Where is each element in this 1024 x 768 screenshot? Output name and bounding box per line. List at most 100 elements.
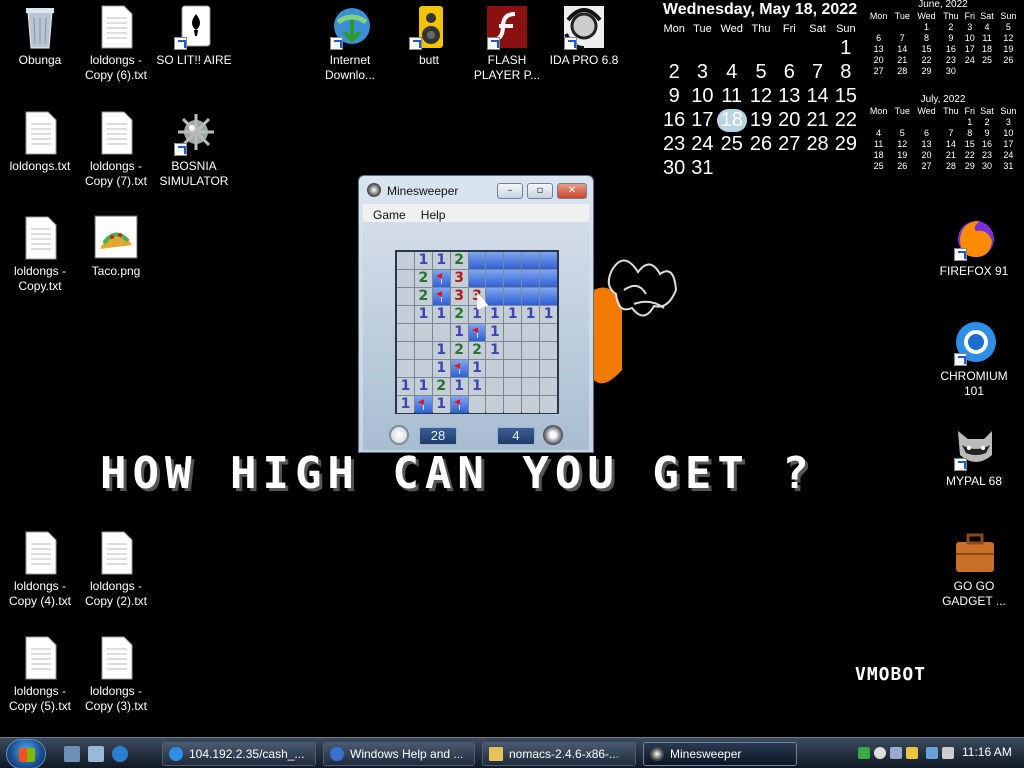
- calendar-day[interactable]: 10: [962, 32, 977, 43]
- desktop-icon-loldongs[interactable]: loldongs.txt: [0, 110, 80, 174]
- revealed-tile[interactable]: 2: [468, 342, 486, 359]
- revealed-tile[interactable]: [522, 378, 540, 395]
- revealed-tile[interactable]: 2: [450, 342, 468, 359]
- revealed-tile[interactable]: [397, 324, 414, 341]
- calendar-day[interactable]: 18: [866, 149, 891, 160]
- calendar-day[interactable]: 18: [977, 43, 997, 54]
- calendar-day[interactable]: 15: [832, 84, 860, 108]
- hidden-tile[interactable]: [522, 252, 540, 269]
- calendar-day[interactable]: 17: [688, 108, 716, 132]
- hidden-tile[interactable]: [468, 252, 486, 269]
- calendar-day[interactable]: 29: [962, 160, 977, 171]
- calendar-day[interactable]: 20: [775, 108, 803, 132]
- revealed-tile[interactable]: 2: [414, 288, 432, 305]
- calendar-day[interactable]: 4: [717, 60, 747, 84]
- calendar-day[interactable]: 15: [913, 43, 940, 54]
- taskbar-item-windows-help[interactable]: Windows Help and ...: [323, 742, 475, 766]
- desktop-icon-flash-player[interactable]: FLASH PLAYER P...: [467, 4, 547, 83]
- calendar-day[interactable]: 16: [940, 43, 962, 54]
- revealed-tile[interactable]: [540, 324, 557, 341]
- flagged-tile[interactable]: [468, 324, 486, 341]
- revealed-tile[interactable]: [486, 360, 504, 377]
- calendar-day[interactable]: 22: [832, 108, 860, 132]
- calendar-day[interactable]: 3: [688, 60, 716, 84]
- maximize-button[interactable]: ▫: [527, 183, 553, 199]
- calendar-day[interactable]: 28: [803, 132, 831, 156]
- calendar-day[interactable]: 7: [940, 127, 962, 138]
- hidden-tile[interactable]: [522, 270, 540, 287]
- desktop-icon-internet-download[interactable]: Internet Downlo...: [310, 4, 390, 83]
- calendar-day[interactable]: 31: [997, 160, 1020, 171]
- revealed-tile[interactable]: 2: [432, 378, 450, 395]
- calendar-day[interactable]: 8: [832, 60, 860, 84]
- desktop-icon-firefox[interactable]: FIREFOX 91: [934, 215, 1014, 279]
- revealed-tile[interactable]: [397, 252, 414, 269]
- desktop-icon-taco-png[interactable]: Taco.png: [76, 215, 156, 279]
- calendar-day[interactable]: 2: [940, 21, 962, 32]
- internet-explorer-icon[interactable]: [112, 746, 128, 762]
- hidden-tile[interactable]: [504, 270, 522, 287]
- revealed-tile[interactable]: [468, 396, 486, 413]
- calendar-day[interactable]: 19: [997, 43, 1020, 54]
- revealed-tile[interactable]: 3: [450, 270, 468, 287]
- taskbar-item-nomacs[interactable]: nomacs-2.4.6-x86-...: [482, 742, 636, 766]
- revealed-tile[interactable]: [486, 378, 504, 395]
- calendar-day[interactable]: 14: [803, 84, 831, 108]
- minefield-grid[interactable]: 1122323311211111111221111121111: [395, 250, 559, 414]
- revealed-tile[interactable]: 1: [504, 306, 522, 323]
- desktop-icon-chromium[interactable]: CHROMIUM 101: [934, 320, 1014, 399]
- revealed-tile[interactable]: 1: [540, 306, 557, 323]
- connection-icon[interactable]: [926, 747, 938, 759]
- calendar-day[interactable]: 23: [660, 132, 688, 156]
- flagged-tile[interactable]: [414, 396, 432, 413]
- revealed-tile[interactable]: [504, 342, 522, 359]
- calendar-gadget-july[interactable]: July, 2022 Mon Tue Wed Thu Fri Sat Sun 1234567…: [866, 95, 1020, 171]
- calendar-day[interactable]: 21: [940, 149, 962, 160]
- calendar-day[interactable]: 21: [803, 108, 831, 132]
- calendar-day[interactable]: 31: [688, 156, 716, 180]
- calendar-day[interactable]: 8: [913, 32, 940, 43]
- calendar-day[interactable]: 24: [688, 132, 716, 156]
- calendar-day[interactable]: 15: [962, 138, 977, 149]
- desktop-icon-loldongs-copy-6[interactable]: loldongs - Copy (6).txt: [76, 4, 156, 83]
- desktop-icon-loldongs-copy[interactable]: loldongs - Copy.txt: [0, 215, 80, 294]
- revealed-tile[interactable]: [397, 306, 414, 323]
- network-icon[interactable]: [858, 747, 870, 759]
- calendar-day[interactable]: 28: [891, 65, 913, 76]
- hidden-tile[interactable]: [522, 288, 540, 305]
- calendar-day[interactable]: 23: [977, 149, 997, 160]
- window-titlebar[interactable]: Minesweeper – ▫ ✕: [359, 176, 593, 204]
- calendar-day[interactable]: 26: [747, 132, 775, 156]
- desktop-icon-obunga[interactable]: Obunga: [0, 4, 80, 68]
- calendar-day[interactable]: 16: [977, 138, 997, 149]
- revealed-tile[interactable]: [414, 342, 432, 359]
- revealed-tile[interactable]: 1: [432, 342, 450, 359]
- calendar-day[interactable]: 13: [775, 84, 803, 108]
- calendar-day[interactable]: 3: [997, 116, 1020, 127]
- calendar-day[interactable]: 7: [803, 60, 831, 84]
- calendar-gadget-june[interactable]: June, 2022 Mon Tue Wed Thu Fri Sat Sun 1234567…: [866, 0, 1020, 76]
- desktop-icon-ida-pro[interactable]: IDA PRO 6.8: [544, 4, 624, 68]
- revealed-tile[interactable]: 1: [397, 378, 414, 395]
- desktop-icon-go-go-gadget[interactable]: GO GO GADGET ...: [934, 530, 1014, 609]
- hidden-tile[interactable]: [468, 270, 486, 287]
- calendar-day[interactable]: 17: [962, 43, 977, 54]
- calendar-day[interactable]: 9: [977, 127, 997, 138]
- calendar-day[interactable]: 12: [747, 84, 775, 108]
- calendar-day[interactable]: 9: [940, 32, 962, 43]
- switch-windows-icon[interactable]: [88, 746, 104, 762]
- hidden-tile[interactable]: [504, 288, 522, 305]
- revealed-tile[interactable]: 1: [468, 360, 486, 377]
- calendar-day[interactable]: 11: [866, 138, 891, 149]
- calendar-day[interactable]: 5: [747, 60, 775, 84]
- calendar-day[interactable]: 9: [660, 84, 688, 108]
- desktop-icon-loldongs-copy-3[interactable]: loldongs - Copy (3).txt: [76, 635, 156, 714]
- calendar-gadget-main[interactable]: Wednesday, May 18, 2022 Mon Tue Wed Thu Fri S…: [660, 0, 860, 180]
- hidden-tile[interactable]: [540, 252, 557, 269]
- revealed-tile[interactable]: [540, 360, 557, 377]
- revealed-tile[interactable]: [540, 396, 557, 413]
- calendar-day[interactable]: 12: [997, 32, 1020, 43]
- calendar-day[interactable]: 29: [913, 65, 940, 76]
- calendar-day[interactable]: 17: [997, 138, 1020, 149]
- revealed-tile[interactable]: [486, 396, 504, 413]
